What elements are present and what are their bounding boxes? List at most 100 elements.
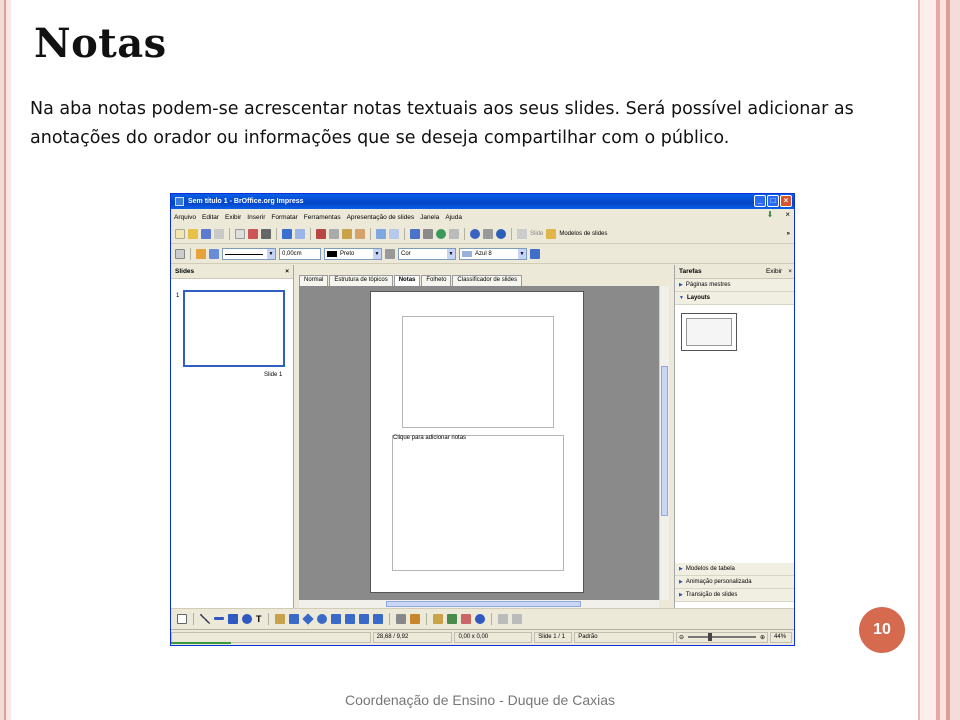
symbol-shapes-icon[interactable] bbox=[316, 613, 327, 624]
line-width-field[interactable]: 0,00cm bbox=[279, 248, 321, 260]
slide-preview-box[interactable] bbox=[402, 316, 554, 428]
zoom-knob[interactable] bbox=[707, 633, 712, 641]
edit-file-icon[interactable] bbox=[235, 229, 245, 239]
fill-bucket-icon[interactable] bbox=[385, 249, 395, 259]
download-icon[interactable]: ⬇ bbox=[767, 210, 774, 219]
close-slides-pane-button[interactable]: × bbox=[285, 268, 289, 275]
shadow-icon[interactable] bbox=[530, 249, 540, 259]
clone-format-icon[interactable] bbox=[355, 229, 365, 239]
from-file-icon[interactable] bbox=[446, 613, 457, 624]
slide-icon[interactable] bbox=[517, 229, 527, 239]
print-icon[interactable] bbox=[261, 229, 271, 239]
line-style-select[interactable]: ▼ bbox=[222, 248, 276, 260]
minimize-button[interactable]: _ bbox=[754, 195, 766, 207]
tab-slide-sorter[interactable]: Classificador de slides bbox=[452, 275, 523, 286]
status-zoom[interactable]: 44% bbox=[770, 631, 792, 643]
extrusion-icon[interactable] bbox=[474, 613, 485, 624]
email-icon[interactable] bbox=[214, 229, 224, 239]
glue-points-icon[interactable] bbox=[409, 613, 420, 624]
toolbar-overflow[interactable]: » bbox=[787, 231, 790, 237]
slide-models-label[interactable]: Modelos de slides bbox=[559, 231, 607, 237]
undo-icon[interactable] bbox=[376, 229, 386, 239]
zoom-out-icon[interactable]: ⊖ bbox=[679, 634, 684, 641]
line-style-icon[interactable] bbox=[196, 249, 206, 259]
text-tool-icon[interactable]: T bbox=[256, 614, 262, 624]
arrow-style-icon[interactable] bbox=[209, 249, 219, 259]
zoom-icon[interactable] bbox=[483, 229, 493, 239]
line-tool-icon[interactable] bbox=[200, 613, 210, 624]
slide-models-icon[interactable] bbox=[546, 229, 557, 239]
slide-thumbnail[interactable] bbox=[183, 290, 285, 367]
close-document-button[interactable]: × bbox=[785, 210, 790, 219]
task-master-pages[interactable]: ▶ Páginas mestres bbox=[675, 279, 794, 292]
horizontal-scroll-thumb[interactable] bbox=[386, 601, 581, 607]
extra-tools-icon[interactable] bbox=[497, 613, 508, 624]
zoom-slider[interactable]: ⊖ ⊕ bbox=[676, 631, 769, 643]
zoom-in-icon[interactable]: ⊕ bbox=[760, 634, 765, 641]
block-arrows-icon[interactable] bbox=[330, 613, 341, 624]
export-pdf-icon[interactable] bbox=[248, 229, 258, 239]
flowchart-icon[interactable] bbox=[344, 613, 355, 624]
basic-shapes-icon[interactable] bbox=[301, 612, 314, 625]
tab-handout[interactable]: Folheto bbox=[421, 275, 452, 286]
paste-icon[interactable] bbox=[342, 229, 352, 239]
select-arrow-icon[interactable] bbox=[177, 613, 187, 624]
close-tasks-pane-button[interactable]: × bbox=[788, 268, 792, 275]
cut-icon[interactable] bbox=[316, 229, 326, 239]
vertical-scrollbar[interactable] bbox=[659, 286, 669, 600]
task-layouts[interactable]: ▼ Layouts bbox=[675, 292, 794, 305]
stars-icon[interactable] bbox=[372, 613, 383, 624]
zoom-track[interactable] bbox=[688, 633, 756, 641]
copy-icon[interactable] bbox=[329, 229, 339, 239]
ellipse-tool-icon[interactable] bbox=[242, 613, 252, 624]
callouts-icon[interactable] bbox=[358, 613, 369, 624]
slide-footer: Coordenação de Ensino - Duque de Caxias bbox=[344, 692, 616, 708]
task-custom-animation[interactable]: ▶ Animação personalizada bbox=[675, 576, 794, 589]
chart-icon[interactable] bbox=[410, 229, 420, 239]
menu-apresentacao[interactable]: Apresentação de slides bbox=[347, 214, 415, 221]
vertical-scroll-thumb[interactable] bbox=[661, 366, 668, 516]
help-icon[interactable] bbox=[470, 229, 480, 239]
fill-type-select[interactable]: Cor ▼ bbox=[398, 248, 456, 260]
tab-normal[interactable]: Normal bbox=[299, 275, 329, 286]
task-slide-transition[interactable]: ▶ Transição de slides bbox=[675, 589, 794, 602]
table-icon[interactable] bbox=[423, 229, 433, 239]
save-icon[interactable] bbox=[201, 229, 211, 239]
redo-icon[interactable] bbox=[389, 229, 399, 239]
open-folder-icon[interactable] bbox=[188, 229, 198, 239]
layout-thumbnail[interactable] bbox=[681, 313, 737, 351]
slide-button-label[interactable]: Slide bbox=[530, 231, 543, 237]
arrow-tool-icon[interactable] bbox=[214, 617, 224, 620]
tab-notes[interactable]: Notas bbox=[393, 275, 421, 286]
tab-outline[interactable]: Estrutura de tópicos bbox=[329, 275, 393, 286]
grid-icon[interactable] bbox=[449, 229, 459, 239]
points-icon[interactable] bbox=[395, 613, 406, 624]
spellcheck-icon[interactable] bbox=[282, 229, 292, 239]
maximize-button[interactable]: □ bbox=[767, 195, 779, 207]
menu-inserir[interactable]: Inserir bbox=[247, 214, 265, 221]
menu-exibir[interactable]: Exibir bbox=[225, 214, 241, 221]
notes-text-box[interactable]: Clique para adicionar notas bbox=[392, 435, 564, 571]
menu-janela[interactable]: Janela bbox=[420, 214, 439, 221]
more-tools-icon[interactable] bbox=[511, 613, 522, 624]
curve-tool-icon[interactable] bbox=[274, 613, 285, 624]
navigator-icon[interactable] bbox=[436, 229, 446, 239]
connector-tool-icon[interactable] bbox=[288, 613, 299, 624]
menu-formatar[interactable]: Formatar bbox=[271, 214, 297, 221]
task-table-models[interactable]: ▶ Modelos de tabela bbox=[675, 563, 794, 576]
new-document-icon[interactable] bbox=[175, 229, 185, 239]
autocheck-icon[interactable] bbox=[295, 229, 305, 239]
rectangle-tool-icon[interactable] bbox=[228, 613, 238, 624]
gallery-icon[interactable] bbox=[460, 613, 471, 624]
question-icon[interactable] bbox=[496, 229, 506, 239]
tasks-view-menu[interactable]: Exibir bbox=[766, 268, 782, 275]
menu-editar[interactable]: Editar bbox=[202, 214, 219, 221]
menu-arquivo[interactable]: Arquivo bbox=[174, 214, 196, 221]
horizontal-scrollbar[interactable] bbox=[299, 600, 659, 608]
close-window-button[interactable]: × bbox=[780, 195, 792, 207]
fill-color-select[interactable]: Azul 8 ▼ bbox=[459, 248, 527, 260]
fontwork-icon[interactable] bbox=[432, 613, 443, 624]
menu-ajuda[interactable]: Ajuda bbox=[445, 214, 462, 221]
menu-ferramentas[interactable]: Ferramentas bbox=[304, 214, 341, 221]
line-color-select[interactable]: Preto ▼ bbox=[324, 248, 382, 260]
